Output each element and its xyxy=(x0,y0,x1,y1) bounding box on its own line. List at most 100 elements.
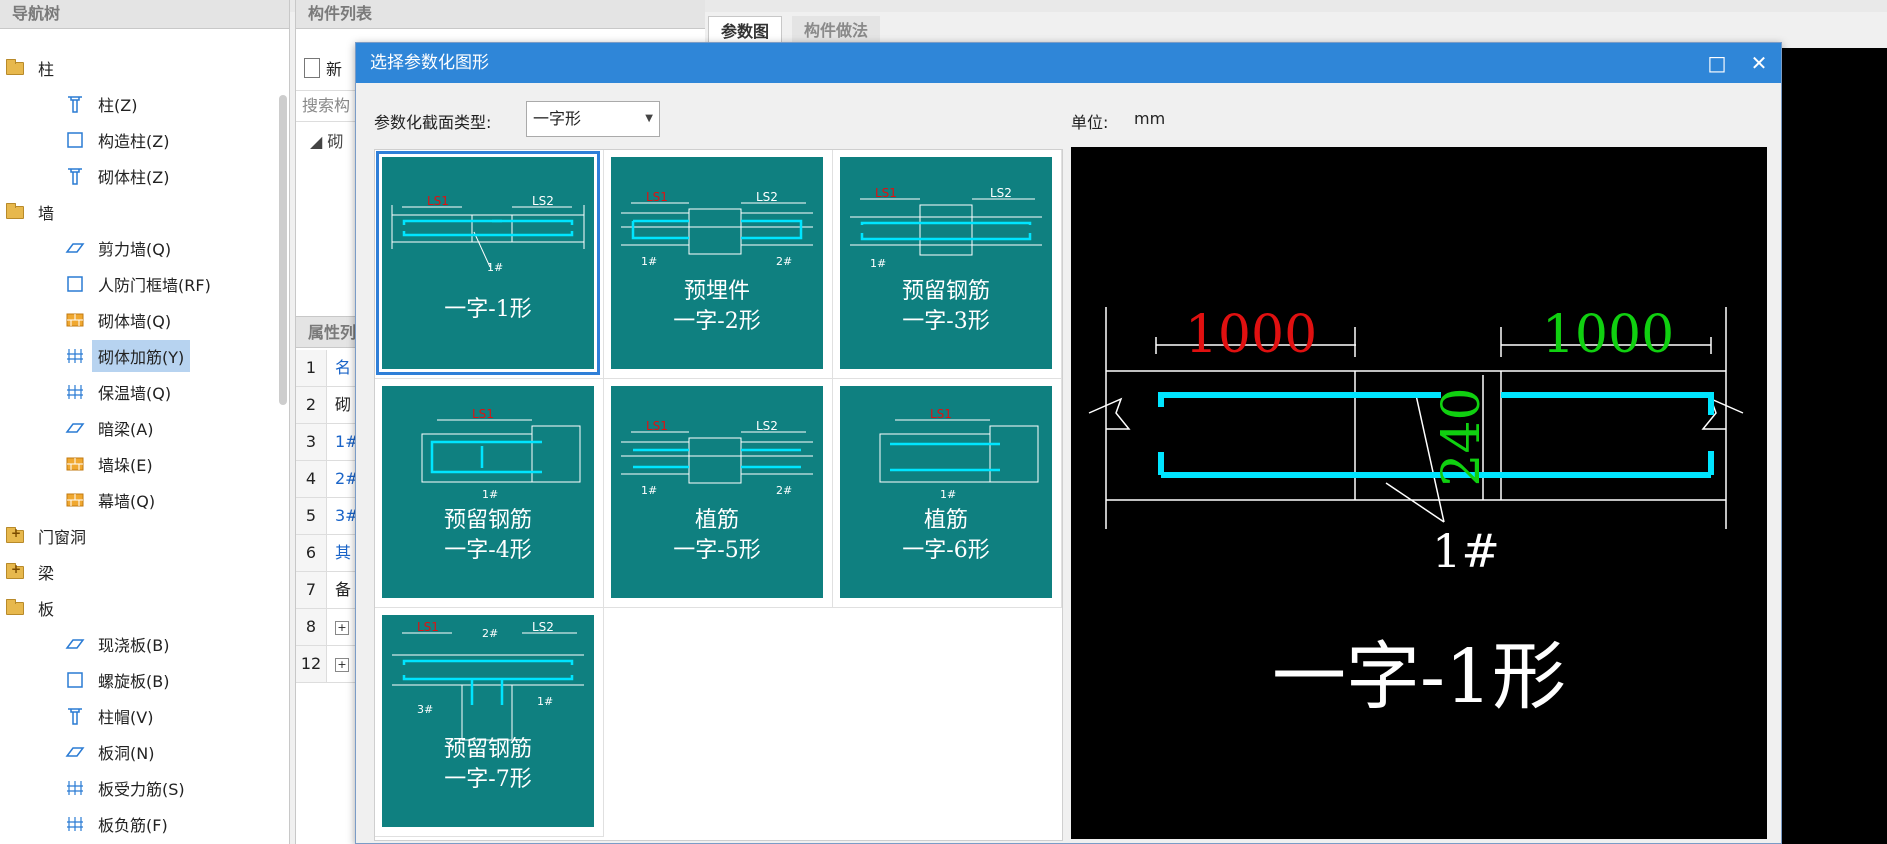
nav-item[interactable]: 暗梁(A) xyxy=(0,410,276,446)
nav-item-label: 板负筋(F) xyxy=(98,816,168,835)
shape-option[interactable]: LS1 LS2 1# 一字-1形 xyxy=(375,150,604,379)
svg-text:LS2: LS2 xyxy=(756,190,778,204)
nav-item-label: 人防门框墙(RF) xyxy=(98,276,211,295)
nav-scrollbar[interactable] xyxy=(279,95,287,405)
svg-text:LS2: LS2 xyxy=(532,194,554,208)
nav-item[interactable]: 保温墙(Q) xyxy=(0,374,276,410)
nav-item[interactable]: 板受力筋(S) xyxy=(0,770,276,806)
property-name: 2# xyxy=(335,469,359,488)
nav-item[interactable]: 墙垛(E) xyxy=(0,446,276,482)
section-type-dropdown[interactable]: 一字形 ▼ xyxy=(526,101,660,137)
slab-hole-icon xyxy=(64,741,86,763)
svg-text:1#: 1# xyxy=(537,695,553,708)
folder-plus-icon xyxy=(6,562,24,579)
shape-name: 一字-3形 xyxy=(902,309,990,334)
property-name: 砌 xyxy=(335,395,352,414)
svg-text:1#: 1# xyxy=(940,488,956,501)
svg-text:LS1: LS1 xyxy=(646,190,668,204)
expand-icon[interactable]: + xyxy=(335,621,349,635)
shape-grid: LS1 LS2 1# 一字-1形 LS1 LS2 1# 2# 预埋件 一字-2形 LS1 LS… xyxy=(374,149,1063,841)
shape-option[interactable]: LS1 1# 预留钢筋 一字-4形 xyxy=(375,379,604,608)
column-icon xyxy=(64,93,86,115)
svg-text:LS1: LS1 xyxy=(472,407,494,421)
property-name: 3# xyxy=(335,506,359,525)
nav-tree: 柱柱(Z) 构造柱(Z) 砌体柱(Z) 墙剪力墙(Q) 人防门框墙(RF) 砌体墙(Q) 砌… xyxy=(0,50,276,842)
svg-text:LS1: LS1 xyxy=(930,407,952,421)
svg-text:1#: 1# xyxy=(487,261,503,274)
new-component-button[interactable]: 新 xyxy=(304,56,342,80)
expand-icon[interactable]: + xyxy=(335,658,349,672)
shape-name: 一字-2形 xyxy=(673,309,761,334)
nav-item[interactable]: 门窗洞 xyxy=(0,518,276,554)
select-parametric-shape-dialog: 选择参数化图形 □ ✕ 参数化截面类型: 一字形 ▼ 单位: mm LS1 LS2… xyxy=(355,42,1782,844)
property-row-number: 3 xyxy=(296,424,327,460)
close-icon[interactable]: ✕ xyxy=(1745,49,1773,77)
nav-item-label: 柱帽(V) xyxy=(98,708,154,727)
nav-item-label: 板受力筋(S) xyxy=(98,780,185,799)
property-name: 备 xyxy=(335,580,352,599)
shape-thumbnail: LS1 1# 预留钢筋 一字-4形 xyxy=(382,386,594,598)
shape-option[interactable]: LS1 LS2 1# 2# 植筋 一字-5形 xyxy=(604,379,833,608)
nav-item[interactable]: 现浇板(B) xyxy=(0,626,276,662)
shape-thumbnail: LS1 LS2 1# 预留钢筋 一字-3形 xyxy=(840,157,1052,369)
maximize-icon[interactable]: □ xyxy=(1703,49,1731,77)
svg-text:LS1: LS1 xyxy=(646,419,668,433)
shape-preview: 1000 1000 240 1# 一字-1形 xyxy=(1071,147,1767,839)
component-tree-node[interactable]: ◢ 砌 xyxy=(310,128,343,152)
shape-category: 预埋件 xyxy=(683,279,750,304)
shape-option[interactable]: LS1 1# 植筋 一字-6形 xyxy=(833,379,1062,608)
dialog-title: 选择参数化图形 xyxy=(370,53,489,73)
nav-item[interactable]: 人防门框墙(RF) xyxy=(0,266,276,302)
new-document-icon xyxy=(304,58,320,78)
construction-column-icon xyxy=(64,129,86,151)
nav-item[interactable]: 柱 xyxy=(0,50,276,86)
shape-diagram: LS1 LS2 2# 3# 1# xyxy=(392,620,584,741)
nav-item[interactable]: 墙 xyxy=(0,194,276,230)
nav-item[interactable]: 螺旋板(B) xyxy=(0,662,276,698)
nav-item[interactable]: 柱(Z) xyxy=(0,86,276,122)
nav-item-label: 砌体加筋(Y) xyxy=(92,340,191,372)
spiral-slab-icon xyxy=(64,669,86,691)
component-list-title: 构件列表 xyxy=(296,0,705,29)
nav-item[interactable]: 板负筋(F) xyxy=(0,806,276,842)
nav-item[interactable]: 板洞(N) xyxy=(0,734,276,770)
svg-text:1#: 1# xyxy=(641,255,657,268)
shape-category: 植筋 xyxy=(694,508,739,533)
nav-item-label: 墙 xyxy=(38,204,55,223)
masonry-reinforcement-icon xyxy=(64,345,86,367)
nav-item-label: 柱(Z) xyxy=(98,96,138,115)
shape-name: 一字-7形 xyxy=(444,767,532,792)
nav-item-label: 梁 xyxy=(38,564,55,583)
nav-item[interactable]: 板 xyxy=(0,590,276,626)
parameter-diagram-canvas xyxy=(1782,48,1887,844)
nav-item-label: 剪力墙(Q) xyxy=(98,240,172,259)
nav-item[interactable]: 砌体墙(Q) xyxy=(0,302,276,338)
nav-item[interactable]: 砌体加筋(Y) xyxy=(0,338,276,374)
property-row-number: 12 xyxy=(296,646,327,682)
nav-item[interactable]: 构造柱(Z) xyxy=(0,122,276,158)
shape-name: 一字-4形 xyxy=(444,538,532,563)
shape-diagram: LS1 LS2 1# 2# xyxy=(621,419,813,497)
nav-item[interactable]: 砌体柱(Z) xyxy=(0,158,276,194)
shape-diagram: LS1 1# xyxy=(421,407,581,501)
nav-item[interactable]: 柱帽(V) xyxy=(0,698,276,734)
preview-shape-name: 一字-1形 xyxy=(1271,634,1567,720)
shape-option[interactable]: LS1 LS2 1# 预留钢筋 一字-3形 xyxy=(833,150,1062,379)
shape-diagram: LS1 LS2 1# 2# xyxy=(621,190,813,268)
civil-defense-door-wall-icon xyxy=(64,273,86,295)
ls2-dimension: 1000 xyxy=(1542,305,1674,365)
property-name: 名 xyxy=(335,358,352,377)
nav-item[interactable]: 梁 xyxy=(0,554,276,590)
property-row-number: 8 xyxy=(296,609,327,645)
nav-item-label: 砌体柱(Z) xyxy=(98,168,170,187)
ls1-dimension: 1000 xyxy=(1185,305,1317,365)
nav-item[interactable]: 幕墙(Q) xyxy=(0,482,276,518)
unit-label: 单位: xyxy=(1071,113,1109,132)
shape-thumbnail: LS1 LS2 2# 3# 1# 预留钢筋 一字-7形 xyxy=(382,615,594,827)
slab-negative-rebar-icon xyxy=(64,813,86,835)
shape-diagram: LS1 LS2 1# xyxy=(391,194,585,274)
shape-option[interactable]: LS1 LS2 2# 3# 1# 预留钢筋 一字-7形 xyxy=(375,608,604,837)
shape-option[interactable]: LS1 LS2 1# 2# 预埋件 一字-2形 xyxy=(604,150,833,379)
folder-icon xyxy=(6,58,24,75)
nav-item[interactable]: 剪力墙(Q) xyxy=(0,230,276,266)
